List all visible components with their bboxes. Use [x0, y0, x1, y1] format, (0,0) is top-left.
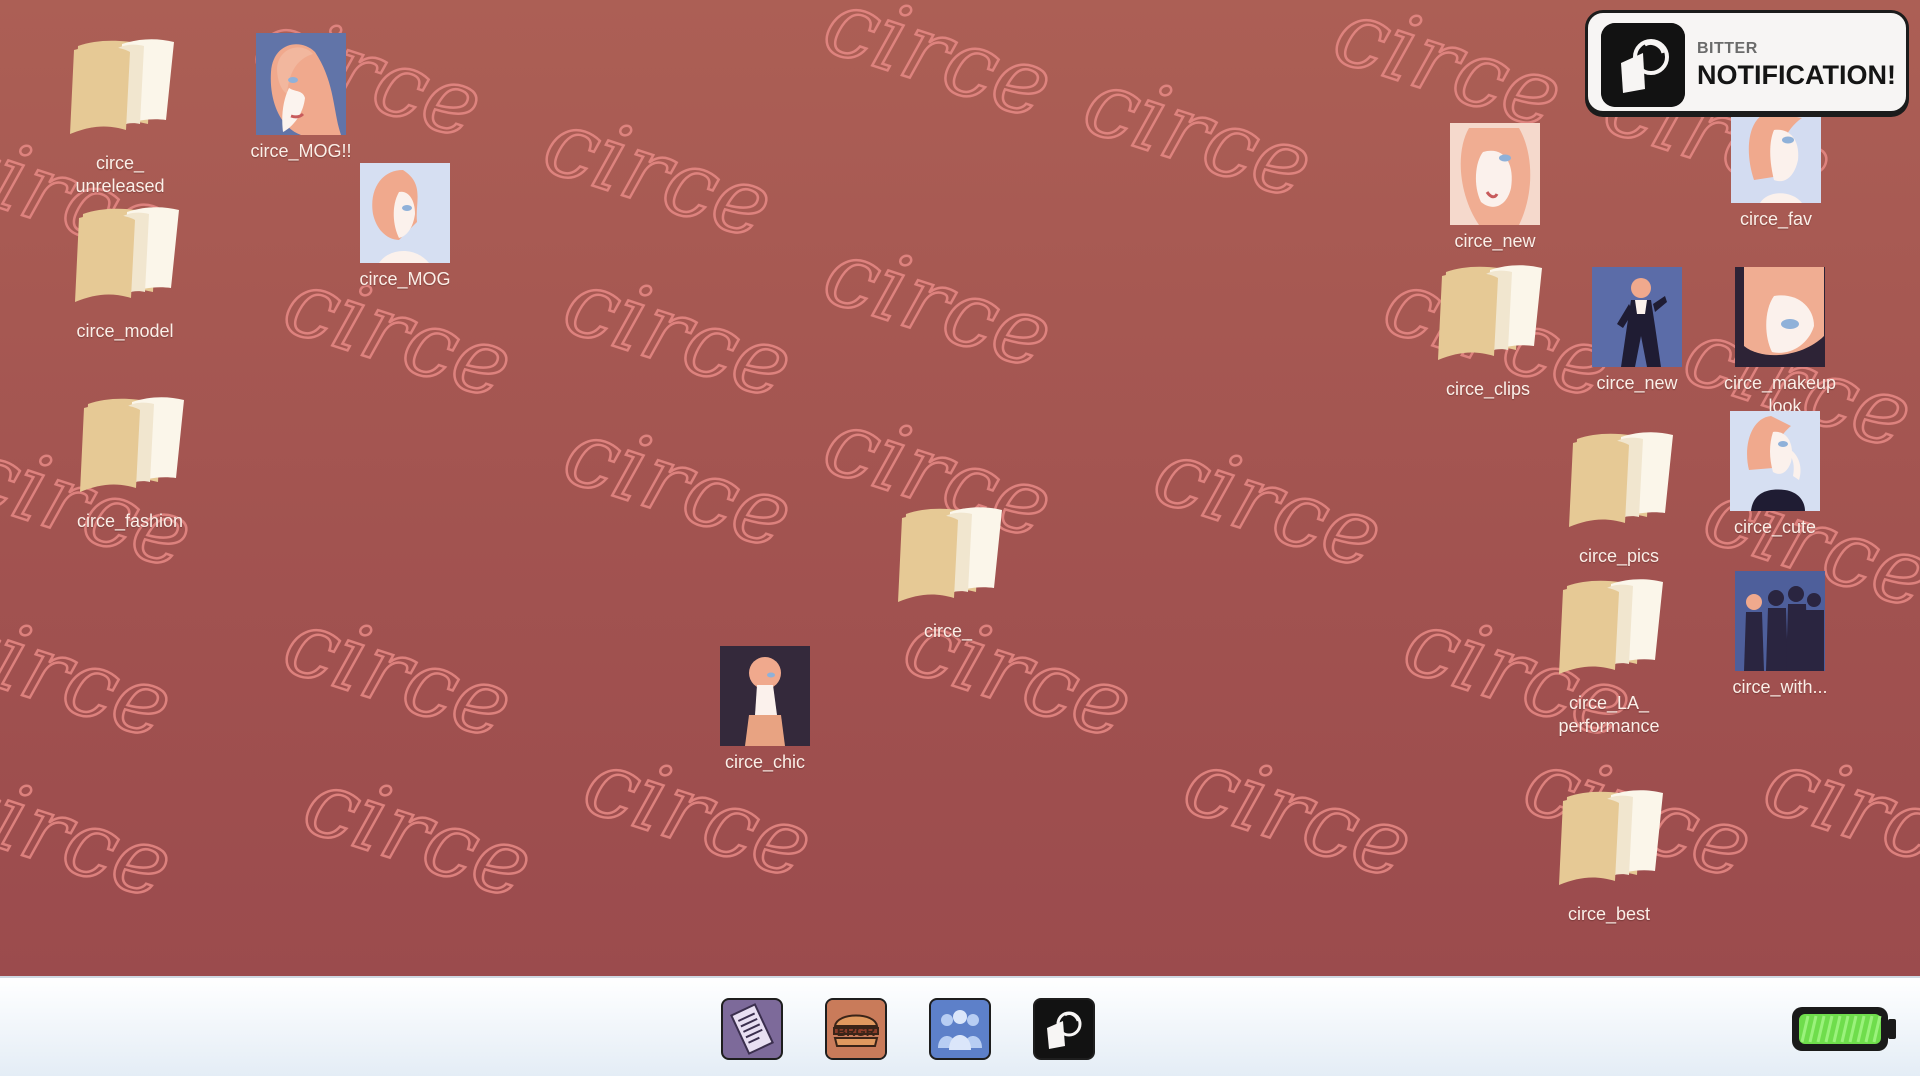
portrait-thumbnail-icon [1735, 571, 1825, 671]
portrait-thumbnail-icon [1731, 111, 1821, 203]
desktop-icon-label: circe_with... [1732, 677, 1828, 697]
portrait-thumbnail-icon [720, 646, 810, 746]
wallpaper-word: circe [552, 397, 805, 570]
desktop-icon-label: circe_fashion [76, 511, 184, 531]
folder-icon-item[interactable]: circe_clips [1413, 258, 1563, 401]
wallpaper-word: circe [0, 747, 185, 920]
image-icon-item[interactable]: circe_cute [1700, 410, 1850, 539]
wallpaper-word: circe [0, 587, 185, 760]
portrait-thumbnail-icon [256, 33, 346, 135]
desktop-icon-label: circe_ [923, 621, 972, 641]
image-icon-item[interactable]: circe_new [1420, 122, 1570, 253]
portrait-thumbnail-icon [1450, 123, 1540, 225]
folder-icon-item[interactable]: circe_fashion [55, 390, 205, 533]
folder-icon [1559, 790, 1663, 885]
image-icon-item[interactable]: circe_MOG [330, 162, 480, 291]
wallpaper-word: circe [1072, 47, 1325, 220]
burger-app-icon[interactable]: BRGR [825, 998, 887, 1060]
folder-icon-item[interactable]: circe_best [1534, 783, 1684, 926]
wallpaper-word: circe [292, 747, 545, 920]
wallpaper-word: circe [812, 0, 1065, 140]
wallpaper-word: circe [272, 587, 525, 760]
desktop-icon-label: circe_best [1567, 904, 1651, 924]
notification-message: NOTIFICATION! [1697, 60, 1896, 90]
image-icon-item[interactable]: circe_makeup _look [1705, 266, 1855, 418]
desktop: circe circe circe circe circe circe circe circe… [0, 0, 1920, 976]
desktop-icon-label: circe_LA_ performance [1558, 693, 1660, 736]
desktop-icon-label: circe_MOG!! [250, 141, 352, 161]
image-icon-item[interactable]: circe_with... [1705, 570, 1855, 699]
people-glyph-icon [938, 1010, 982, 1050]
notes-app-icon[interactable] [721, 998, 783, 1060]
wallpaper-word: circe [812, 217, 1065, 390]
desktop-icon-label: circe_chic [724, 752, 806, 772]
image-icon-item[interactable]: circe_chic [690, 645, 840, 774]
image-icon-item[interactable]: circe_new [1562, 266, 1712, 395]
desktop-icon-label: circe_model [76, 321, 174, 341]
folder-icon-item[interactable]: circe_ unreleased [45, 32, 195, 198]
bitter-app-icon[interactable] [1033, 998, 1095, 1060]
folder-icon-item[interactable]: circe_LA_ performance [1534, 572, 1684, 738]
desktop-icon-label: circe_ unreleased [75, 153, 165, 196]
folder-icon [75, 207, 179, 302]
wallpaper-word: circe [1752, 727, 1920, 900]
notes-glyph-icon [730, 1003, 774, 1055]
wallpaper-word: circe [1142, 417, 1395, 590]
portrait-thumbnail-icon [1592, 267, 1682, 367]
folder-icon [80, 397, 184, 492]
taskbar: BRGR [0, 976, 1920, 1076]
portrait-thumbnail-icon [360, 163, 450, 263]
desktop-icon-label: circe_new [1454, 231, 1536, 251]
burger-app-text: BRGR [837, 1024, 876, 1039]
bitter-logo-icon [1601, 23, 1685, 107]
folder-icon [898, 507, 1002, 602]
notification-brand: BITTER [1697, 40, 1758, 57]
folder-icon [1438, 265, 1542, 360]
desktop-icon-label: circe_new [1596, 373, 1678, 393]
burger-glyph-icon: BRGR [827, 1000, 885, 1058]
portrait-thumbnail-icon [1735, 267, 1825, 367]
folder-icon [1559, 579, 1663, 674]
desktop-icon-label: circe_pics [1578, 546, 1660, 566]
portrait-thumbnail-icon [1730, 411, 1820, 511]
folder-icon [1569, 432, 1673, 527]
wallpaper-word: circe [532, 87, 785, 260]
wallpaper-word: circe [552, 247, 805, 420]
folder-icon-item[interactable]: circe_model [50, 200, 200, 343]
wallpaper-word: circe [1172, 727, 1425, 900]
desktop-icon-label: circe_fav [1739, 209, 1813, 229]
people-app-icon[interactable] [929, 998, 991, 1060]
notification-popup[interactable]: BITTER NOTIFICATION! [1585, 10, 1909, 114]
folder-icon-item[interactable]: circe_ [873, 500, 1023, 643]
desktop-icon-label: circe_cute [1733, 517, 1817, 537]
image-icon-item[interactable]: circe_MOG!! [226, 32, 376, 163]
bitter-glyph-icon [1047, 1011, 1082, 1049]
desktop-icon-label: circe_clips [1445, 379, 1531, 399]
folder-icon [70, 39, 174, 134]
image-icon-item[interactable]: circe_fav [1701, 110, 1851, 231]
battery-icon [1792, 1007, 1896, 1051]
desktop-icon-label: circe_MOG [359, 269, 451, 289]
folder-icon-item[interactable]: circe_pics [1544, 425, 1694, 568]
